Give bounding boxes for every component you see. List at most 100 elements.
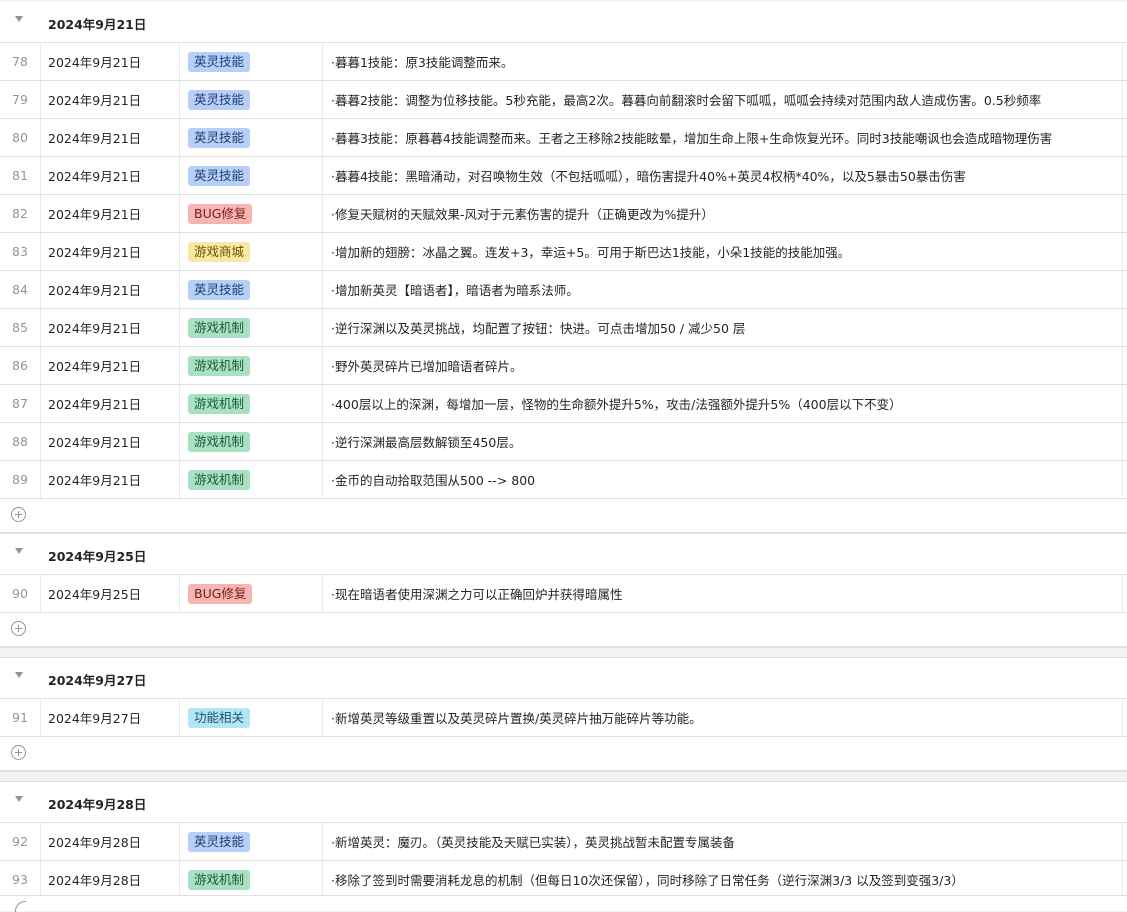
category-tag: 游戏商城 (188, 241, 251, 262)
category-cell[interactable]: 游戏机制 (180, 309, 323, 346)
row-index: 78 (0, 43, 41, 80)
description-cell[interactable]: ·增加新英灵【暗语者】，暗语者为暗系法师。 (323, 271, 1123, 308)
date-cell[interactable]: 2024年9月21日 (40, 119, 180, 156)
group-2024-09-27: 2024年9月27日 91 2024年9月27日 功能相关 ·新增英灵等级重置以及英灵… (0, 657, 1127, 772)
add-record-row[interactable] (0, 737, 1127, 771)
table-row[interactable]: 90 2024年9月25日 BUG修复 ·现在暗语者使用深渊之力可以正确回炉并获得暗属… (0, 575, 1127, 613)
category-tag: 游戏机制 (188, 869, 251, 890)
category-cell[interactable]: 游戏机制 (180, 423, 323, 460)
row-index: 80 (0, 119, 41, 156)
row-index: 84 (0, 271, 41, 308)
table-row[interactable]: 86 2024年9月21日 游戏机制 ·野外英灵碎片已增加暗语者碎片。 (0, 347, 1127, 385)
add-record-row[interactable] (0, 613, 1127, 647)
description-cell[interactable]: ·野外英灵碎片已增加暗语者碎片。 (323, 347, 1123, 384)
description-cell[interactable]: ·金币的自动拾取范围从500 --> 800 (323, 461, 1123, 498)
row-index: 92 (0, 823, 41, 860)
date-cell[interactable]: 2024年9月21日 (40, 81, 180, 118)
category-cell[interactable]: 功能相关 (180, 699, 323, 736)
table-row[interactable]: 78 2024年9月21日 英灵技能 ·暮暮1技能：原3技能调整而来。 (0, 43, 1127, 81)
description-cell[interactable]: ·逆行深渊最高层数解锁至450层。 (323, 423, 1123, 460)
description-cell[interactable]: ·移除了签到时需要消耗龙息的机制（但每日10次还保留），同时移除了日常任务（逆行… (323, 861, 1123, 898)
date-cell[interactable]: 2024年9月21日 (40, 157, 180, 194)
category-cell[interactable]: 游戏商城 (180, 233, 323, 270)
row-list: 92 2024年9月28日 英灵技能 ·新增英灵：魔刃。（英灵技能及天赋已实装），英灵… (0, 823, 1127, 899)
category-tag: 英灵技能 (188, 279, 251, 300)
date-cell[interactable]: 2024年9月21日 (40, 385, 180, 422)
category-cell[interactable]: BUG修复 (180, 575, 323, 612)
category-cell[interactable]: 游戏机制 (180, 385, 323, 422)
description-cell[interactable]: ·逆行深渊以及英灵挑战，均配置了按钮：快进。可点击增加50 / 减少50 层 (323, 309, 1123, 346)
description-cell[interactable]: ·新增英灵等级重置以及英灵碎片置换/英灵碎片抽万能碎片等功能。 (323, 699, 1123, 736)
category-cell[interactable]: 英灵技能 (180, 119, 323, 156)
category-tag: BUG修复 (188, 203, 253, 224)
category-cell[interactable]: 英灵技能 (180, 157, 323, 194)
date-cell[interactable]: 2024年9月21日 (40, 347, 180, 384)
plus-circle-icon[interactable] (11, 507, 26, 522)
category-cell[interactable]: 英灵技能 (180, 823, 323, 860)
date-cell[interactable]: 2024年9月28日 (40, 823, 180, 860)
date-cell[interactable]: 2024年9月21日 (40, 461, 180, 498)
row-list: 78 2024年9月21日 英灵技能 ·暮暮1技能：原3技能调整而来。 79 2024年9… (0, 43, 1127, 499)
date-cell[interactable]: 2024年9月21日 (40, 43, 180, 80)
category-cell[interactable]: 游戏机制 (180, 861, 323, 898)
table-row[interactable]: 80 2024年9月21日 英灵技能 ·暮暮3技能：原暮暮4技能调整而来。王者之王移除… (0, 119, 1127, 157)
description-cell[interactable]: ·新增英灵：魔刃。（英灵技能及天赋已实装），英灵挑战暂未配置专属装备 (323, 823, 1123, 860)
description-cell[interactable]: ·增加新的翅膀：冰晶之翼。连发+3，幸运+5。可用于斯巴达1技能，小朵1技能的技… (323, 233, 1123, 270)
table-row[interactable]: 89 2024年9月21日 游戏机制 ·金币的自动拾取范围从500 --> 800 (0, 461, 1127, 499)
category-tag: 游戏机制 (188, 393, 251, 414)
table-row[interactable]: 88 2024年9月21日 游戏机制 ·逆行深渊最高层数解锁至450层。 (0, 423, 1127, 461)
category-tag: BUG修复 (188, 583, 253, 604)
row-index: 93 (0, 861, 41, 898)
category-cell[interactable]: 英灵技能 (180, 43, 323, 80)
caret-down-icon[interactable] (15, 16, 23, 22)
category-cell[interactable]: 游戏机制 (180, 347, 323, 384)
date-cell[interactable]: 2024年9月21日 (40, 309, 180, 346)
group-header: 2024年9月21日 (0, 2, 1127, 43)
category-cell[interactable]: BUG修复 (180, 195, 323, 232)
table-row[interactable]: 91 2024年9月27日 功能相关 ·新增英灵等级重置以及英灵碎片置换/英灵碎片抽万… (0, 699, 1127, 737)
group-header: 2024年9月27日 (0, 658, 1127, 699)
row-index: 82 (0, 195, 41, 232)
row-index: 87 (0, 385, 41, 422)
table-row[interactable]: 85 2024年9月21日 游戏机制 ·逆行深渊以及英灵挑战，均配置了按钮：快进。可点… (0, 309, 1127, 347)
category-tag: 英灵技能 (188, 127, 251, 148)
date-cell[interactable]: 2024年9月21日 (40, 195, 180, 232)
plus-circle-icon[interactable] (11, 621, 26, 636)
description-cell[interactable]: ·暮暮4技能：黑暗涌动，对召唤物生效（不包括呱呱），暗伤害提升40%+英灵4权柄… (323, 157, 1123, 194)
next-group-stub (0, 895, 1127, 912)
group-title: 2024年9月25日 (48, 549, 147, 564)
date-cell[interactable]: 2024年9月21日 (40, 423, 180, 460)
description-cell[interactable]: ·修复天赋树的天赋效果-风对于元素伤害的提升（正确更改为%提升） (323, 195, 1123, 232)
description-cell[interactable]: ·400层以上的深渊，每增加一层，怪物的生命额外提升5%，攻击/法强额外提升5%… (323, 385, 1123, 422)
date-cell[interactable]: 2024年9月25日 (40, 575, 180, 612)
date-cell[interactable]: 2024年9月21日 (40, 233, 180, 270)
table-row[interactable]: 81 2024年9月21日 英灵技能 ·暮暮4技能：黑暗涌动，对召唤物生效（不包括呱呱… (0, 157, 1127, 195)
caret-down-icon[interactable] (15, 548, 23, 554)
category-tag: 功能相关 (188, 707, 251, 728)
row-index: 90 (0, 575, 41, 612)
table-row[interactable]: 83 2024年9月21日 游戏商城 ·增加新的翅膀：冰晶之翼。连发+3，幸运+5。可… (0, 233, 1127, 271)
date-cell[interactable]: 2024年9月28日 (40, 861, 180, 898)
description-cell[interactable]: ·暮暮2技能：调整为位移技能。5秒充能，最高2次。暮暮向前翻滚时会留下呱呱，呱呱… (323, 81, 1123, 118)
table-row[interactable]: 79 2024年9月21日 英灵技能 ·暮暮2技能：调整为位移技能。5秒充能，最高2次… (0, 81, 1127, 119)
group-2024-09-25: 2024年9月25日 90 2024年9月25日 BUG修复 ·现在暗语者使用深渊之力… (0, 533, 1127, 648)
plus-circle-icon[interactable] (11, 745, 26, 760)
table-row[interactable]: 92 2024年9月28日 英灵技能 ·新增英灵：魔刃。（英灵技能及天赋已实装），英灵… (0, 823, 1127, 861)
table-row[interactable]: 87 2024年9月21日 游戏机制 ·400层以上的深渊，每增加一层，怪物的生命额外… (0, 385, 1127, 423)
category-tag: 英灵技能 (188, 51, 251, 72)
table-row[interactable]: 82 2024年9月21日 BUG修复 ·修复天赋树的天赋效果-风对于元素伤害的提升（… (0, 195, 1127, 233)
date-cell[interactable]: 2024年9月27日 (40, 699, 180, 736)
category-cell[interactable]: 英灵技能 (180, 271, 323, 308)
date-cell[interactable]: 2024年9月21日 (40, 271, 180, 308)
plus-circle-icon[interactable] (15, 901, 26, 912)
caret-down-icon[interactable] (15, 672, 23, 678)
add-record-row[interactable] (0, 499, 1127, 533)
category-cell[interactable]: 英灵技能 (180, 81, 323, 118)
description-cell[interactable]: ·暮暮1技能：原3技能调整而来。 (323, 43, 1123, 80)
description-cell[interactable]: ·暮暮3技能：原暮暮4技能调整而来。王者之王移除2技能眩晕，增加生命上限+生命恢… (323, 119, 1123, 156)
description-cell[interactable]: ·现在暗语者使用深渊之力可以正确回炉并获得暗属性 (323, 575, 1123, 612)
table-row[interactable]: 84 2024年9月21日 英灵技能 ·增加新英灵【暗语者】，暗语者为暗系法师。 (0, 271, 1127, 309)
table-row[interactable]: 93 2024年9月28日 游戏机制 ·移除了签到时需要消耗龙息的机制（但每日10次还… (0, 861, 1127, 899)
caret-down-icon[interactable] (15, 796, 23, 802)
category-cell[interactable]: 游戏机制 (180, 461, 323, 498)
